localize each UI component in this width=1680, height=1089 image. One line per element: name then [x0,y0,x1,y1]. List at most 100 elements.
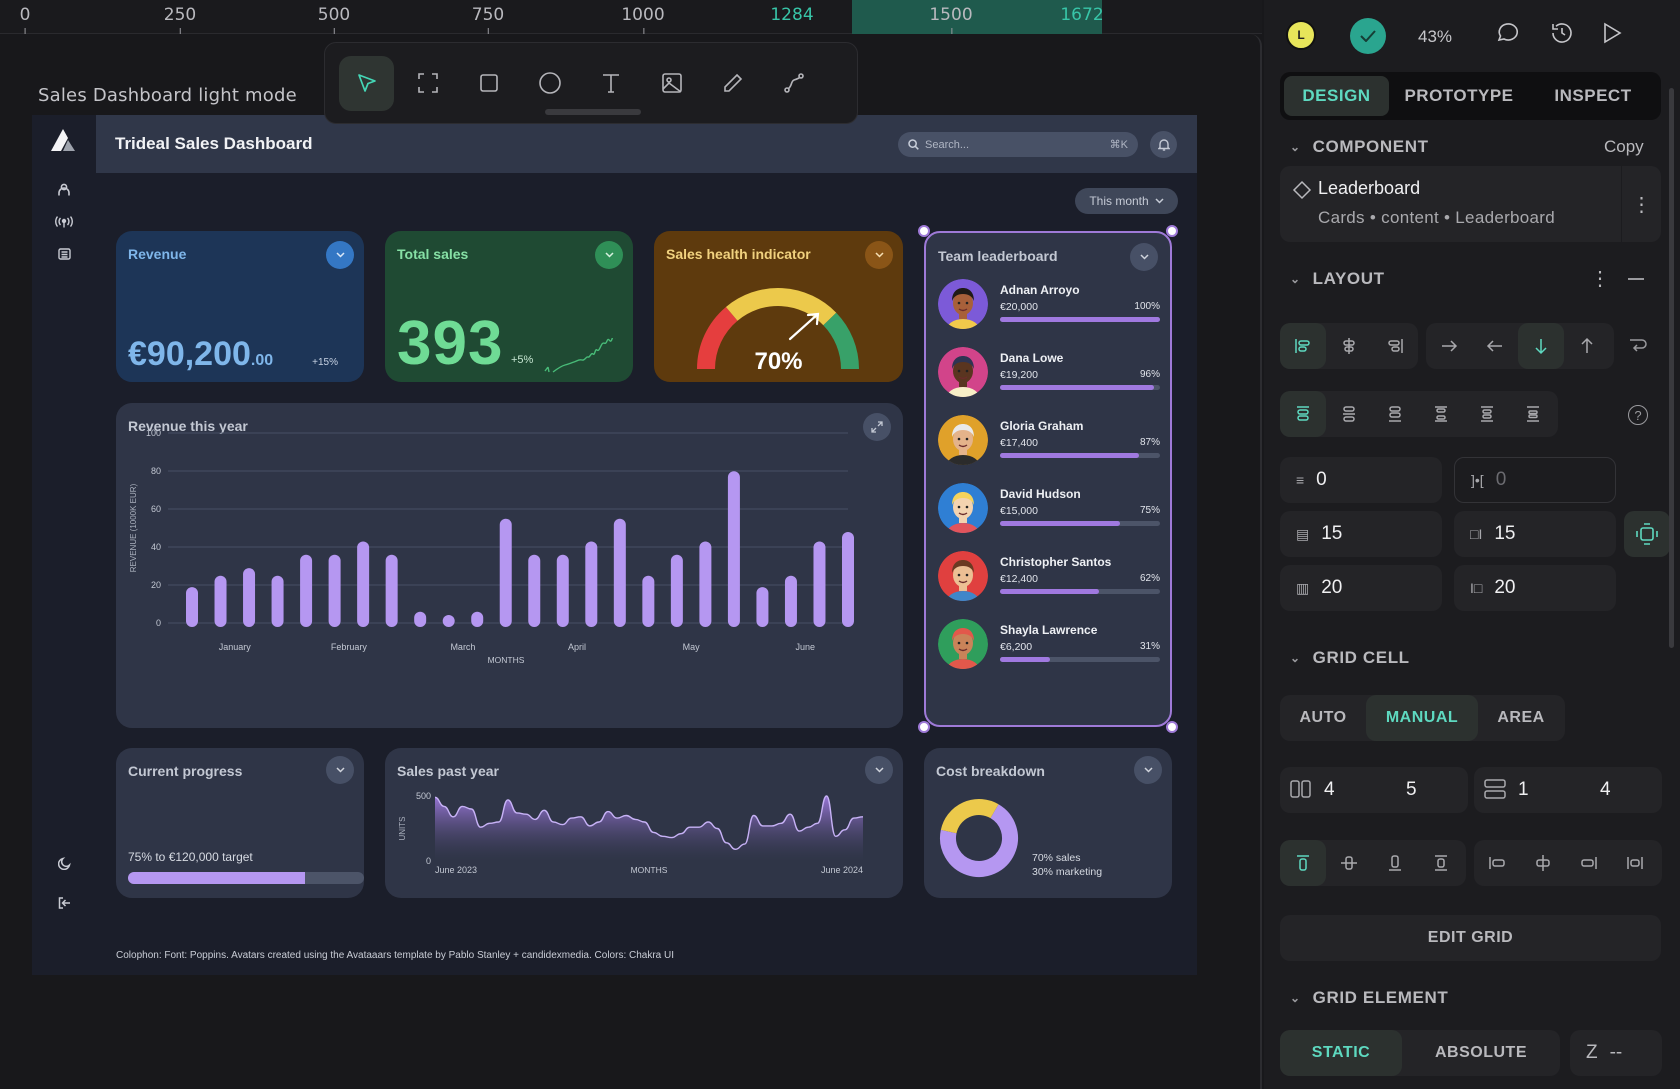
justify-end-icon[interactable] [1372,391,1418,437]
inbox-icon[interactable] [32,248,96,260]
rectangle-tool[interactable] [461,56,516,111]
revenue-card[interactable]: Revenue €90,200.00 +15% [116,231,364,382]
align-center-icon[interactable] [1326,323,1372,369]
row-gap-field[interactable]: ≡ 0 [1280,457,1442,503]
justify-self-stretch-icon[interactable] [1612,840,1658,886]
revenue-this-year-card[interactable]: Revenue this year 0 20 40 60 80 100 January Feb… [116,403,903,728]
tab-inspect[interactable]: INSPECT [1529,76,1657,116]
leaderboard-row[interactable]: Gloria Graham €17,400 87% [938,415,1160,475]
justify-self-left-icon[interactable] [1474,840,1520,886]
sales-health-card[interactable]: Sales health indicator 70% [654,231,903,382]
row-end-value[interactable]: 4 [1600,779,1611,801]
arrow-up-icon[interactable] [1564,323,1610,369]
text-tool[interactable] [583,56,638,111]
justify-start-icon[interactable] [1280,391,1326,437]
frame-label[interactable]: Sales Dashboard light mode [38,85,297,106]
card-menu-button[interactable] [326,241,354,269]
arrow-right-icon[interactable] [1426,323,1472,369]
more-options-icon[interactable]: ⋮ [1621,166,1661,242]
align-self-middle-icon[interactable] [1326,840,1372,886]
component-info[interactable]: Leaderboard Cards • content • Leaderboar… [1280,166,1661,242]
search-input[interactable]: Search... ⌘K [898,132,1138,157]
layout-section-header[interactable]: ⌄ LAYOUT [1290,269,1385,289]
remove-layout-icon[interactable] [1628,278,1644,280]
broadcast-icon[interactable] [32,216,96,228]
padding-right-field[interactable]: □I 15 [1454,511,1616,557]
row-start-value[interactable]: 1 [1518,779,1588,801]
padding-left-field[interactable]: I□ 20 [1454,565,1616,611]
align-self-bottom-icon[interactable] [1372,840,1418,886]
zoom-level[interactable]: 43% [1418,27,1452,47]
edit-grid-button[interactable]: EDIT GRID [1280,915,1661,961]
justify-between-icon[interactable] [1418,391,1464,437]
padding-bottom-field[interactable]: ▥ 20 [1280,565,1442,611]
z-index-field[interactable]: Z -- [1570,1030,1662,1076]
card-menu-button[interactable] [1134,756,1162,784]
selection-handle-top-right[interactable] [1166,225,1178,237]
component-section-header[interactable]: ⌄ COMPONENT [1290,137,1429,157]
play-icon[interactable] [1602,22,1622,49]
selection-handle-bottom-right[interactable] [1166,721,1178,733]
leaderboard-row[interactable]: Shayla Lawrence €6,200 31% [938,619,1160,679]
notifications-button[interactable] [1150,131,1177,158]
wrap-icon[interactable] [1628,335,1648,360]
moon-icon[interactable] [32,857,96,870]
align-self-top-icon[interactable] [1280,840,1326,886]
frame-tool[interactable] [400,56,455,111]
selection-handle-bottom-left[interactable] [918,721,930,733]
cost-breakdown-card[interactable]: Cost breakdown 70% sales 30% marketing [924,748,1172,898]
justify-evenly-icon[interactable] [1510,391,1556,437]
grid-cell-section-header[interactable]: ⌄ GRID CELL [1290,648,1410,668]
sales-past-year-card[interactable]: Sales past year 0 500 June 2023 June 2024 MO… [385,748,903,898]
user-avatar[interactable]: L [1286,20,1316,50]
arrow-left-icon[interactable] [1472,323,1518,369]
justify-self-center-icon[interactable] [1520,840,1566,886]
leaderboard-row[interactable]: David Hudson €15,000 75% [938,483,1160,543]
current-progress-card[interactable]: Current progress 75% to €120,000 target [116,748,364,898]
card-menu-button[interactable] [595,241,623,269]
column-start-value[interactable]: 4 [1324,779,1394,801]
tab-prototype[interactable]: PROTOTYPE [1389,76,1529,116]
card-menu-button[interactable] [1130,243,1158,271]
logout-icon[interactable] [32,897,96,909]
align-right-icon[interactable] [1372,323,1418,369]
leaderboard-row[interactable]: Dana Lowe €19,200 96% [938,347,1160,407]
align-left-icon[interactable] [1280,323,1326,369]
leaderboard-row[interactable]: Christopher Santos €12,400 62% [938,551,1160,611]
justify-self-right-icon[interactable] [1566,840,1612,886]
tab-design[interactable]: DESIGN [1284,76,1389,116]
mode-absolute[interactable]: ABSOLUTE [1402,1030,1560,1076]
column-gap-field[interactable]: ]•[0 [1454,457,1616,503]
row-span-field[interactable]: 1 4 [1474,767,1662,813]
history-icon[interactable] [1550,22,1574,49]
layout-options-icon[interactable]: ⋮ [1590,266,1610,291]
mode-auto[interactable]: AUTO [1280,695,1366,741]
mode-area[interactable]: AREA [1478,695,1564,741]
comment-icon[interactable] [1496,22,1520,49]
column-end-value[interactable]: 5 [1406,779,1417,801]
leaderboard-row[interactable]: Adnan Arroyo €20,000 100% [938,279,1160,339]
select-tool[interactable] [339,55,394,111]
period-select[interactable]: This month [1075,188,1178,214]
user-icon[interactable] [32,183,96,196]
image-tool[interactable] [644,56,699,111]
card-menu-button[interactable] [326,756,354,784]
pen-tool[interactable] [705,56,760,111]
grid-element-section-header[interactable]: ⌄ GRID ELEMENT [1290,988,1448,1008]
column-span-field[interactable]: 4 5 [1280,767,1468,813]
justify-around-icon[interactable] [1464,391,1510,437]
card-menu-button[interactable] [865,241,893,269]
help-icon[interactable]: ? [1628,405,1648,425]
padding-top-field[interactable]: ▤ 15 [1280,511,1442,557]
ellipse-tool[interactable] [522,56,577,111]
total-sales-card[interactable]: Total sales 393 +5% [385,231,633,382]
mode-static[interactable]: STATIC [1280,1030,1402,1076]
path-tool[interactable] [766,56,821,111]
copy-button[interactable]: Copy [1604,137,1644,157]
independent-padding-toggle[interactable] [1624,511,1670,557]
team-leaderboard-card[interactable]: Team leaderboard Adnan Arroyo €20,000 10… [924,231,1172,727]
justify-center-icon[interactable] [1326,391,1372,437]
selection-handle-top-left[interactable] [918,225,930,237]
mode-manual[interactable]: MANUAL [1366,695,1478,741]
arrow-down-icon[interactable] [1518,323,1564,369]
